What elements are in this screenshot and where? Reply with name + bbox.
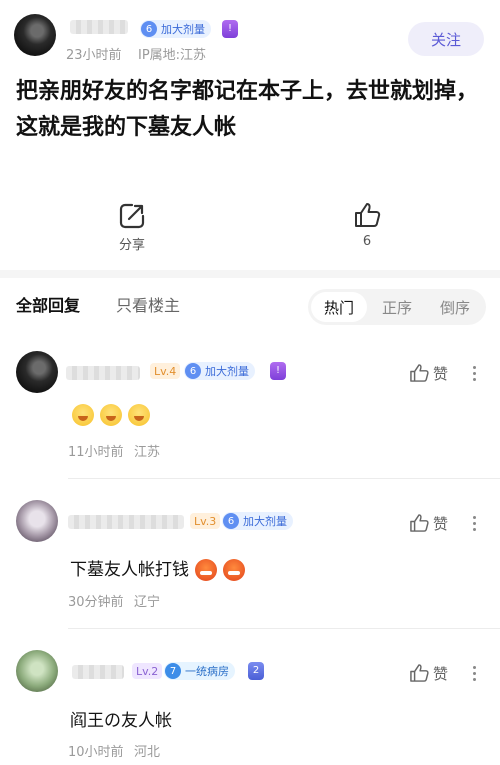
- sort-descending[interactable]: 倒序: [427, 292, 483, 322]
- comment-time: 10小时前: [68, 745, 124, 760]
- happy-emoji-icon: [100, 404, 122, 426]
- commenter-name-blurred[interactable]: [68, 515, 184, 529]
- comment-time: 30分钟前: [68, 595, 124, 610]
- commenter-avatar[interactable]: [16, 650, 58, 692]
- comment-text: 阎王の友人帐: [70, 711, 172, 731]
- comment-location: 江苏: [134, 445, 161, 460]
- badge-number: 6: [185, 363, 201, 379]
- comment-text-body: 下墓友人帐打钱: [70, 560, 189, 580]
- user-level-tag: Lv.2: [132, 663, 163, 679]
- sort-toggle: 热门 正序 倒序: [308, 289, 486, 325]
- author-name-blurred[interactable]: [70, 20, 128, 34]
- grinning-emoji-icon: [223, 559, 245, 581]
- sort-ascending[interactable]: 正序: [369, 292, 425, 322]
- share-label: 分享: [118, 238, 145, 253]
- follow-button[interactable]: 关注: [408, 22, 484, 56]
- badge-label: 加大剂量: [243, 515, 287, 528]
- medal-icon: 2: [248, 662, 264, 680]
- comment-text: 下墓友人帐打钱: [70, 555, 245, 581]
- comment-divider: [68, 478, 500, 479]
- badge-number: 7: [165, 663, 181, 679]
- thumbs-up-icon: [410, 364, 429, 382]
- happy-emoji-icon: [72, 404, 94, 426]
- medal-icon: !: [270, 362, 286, 380]
- like-label: 赞: [433, 514, 449, 533]
- more-options-icon[interactable]: [471, 664, 477, 682]
- comment-emoji-content: [72, 404, 156, 426]
- badge-label: 一统病房: [185, 665, 229, 678]
- user-level-tag: Lv.3: [190, 513, 221, 529]
- comment-like-button[interactable]: 赞: [408, 362, 448, 384]
- tab-owner-only[interactable]: 只看楼主: [116, 292, 180, 316]
- comment-like-button[interactable]: 赞: [408, 512, 448, 534]
- post-like-button[interactable]: 6: [342, 200, 392, 249]
- user-fan-badge: 7 一统病房: [164, 662, 235, 680]
- post-title: 把亲朋好友的名字都记在本子上，去世就划掉，这就是我的下墓友人帐: [16, 79, 479, 140]
- like-label: 赞: [433, 364, 449, 383]
- more-options-icon[interactable]: [471, 364, 477, 382]
- badge-number: 6: [223, 513, 239, 529]
- thumbs-up-icon: [355, 203, 381, 227]
- post-ip-location: IP属地:江苏: [138, 48, 207, 63]
- user-level-tag: Lv.4: [150, 363, 181, 379]
- comment-time: 11小时前: [68, 445, 124, 460]
- post-time: 23小时前: [66, 48, 122, 63]
- commenter-avatar[interactable]: [16, 351, 58, 393]
- share-button[interactable]: 分享: [107, 202, 157, 253]
- section-divider: [0, 270, 500, 278]
- author-level-badge: 6 加大剂量: [140, 20, 211, 38]
- user-fan-badge: 6 加大剂量: [184, 362, 255, 380]
- more-options-icon[interactable]: [471, 514, 477, 532]
- tab-all-replies[interactable]: 全部回复: [16, 292, 80, 316]
- commenter-avatar[interactable]: [16, 500, 58, 542]
- user-fan-badge: 6 加大剂量: [222, 512, 293, 530]
- comment-divider: [68, 628, 500, 629]
- medal-icon: !: [222, 20, 238, 38]
- level-label: 加大剂量: [161, 23, 205, 36]
- comment-location: 辽宁: [134, 595, 161, 610]
- commenter-name-blurred[interactable]: [72, 665, 124, 679]
- post-like-count: 6: [362, 234, 372, 249]
- author-avatar[interactable]: [14, 14, 56, 56]
- sort-hot[interactable]: 热门: [311, 292, 367, 322]
- level-number: 6: [141, 21, 157, 37]
- like-label: 赞: [433, 664, 449, 683]
- thumbs-up-icon: [410, 664, 429, 682]
- happy-emoji-icon: [128, 404, 150, 426]
- angry-emoji-icon: [195, 559, 217, 581]
- comment-location: 河北: [134, 745, 161, 760]
- share-icon: [119, 203, 145, 229]
- badge-label: 加大剂量: [205, 365, 249, 378]
- thumbs-up-icon: [410, 514, 429, 532]
- commenter-name-blurred[interactable]: [66, 366, 140, 380]
- comment-like-button[interactable]: 赞: [408, 662, 448, 684]
